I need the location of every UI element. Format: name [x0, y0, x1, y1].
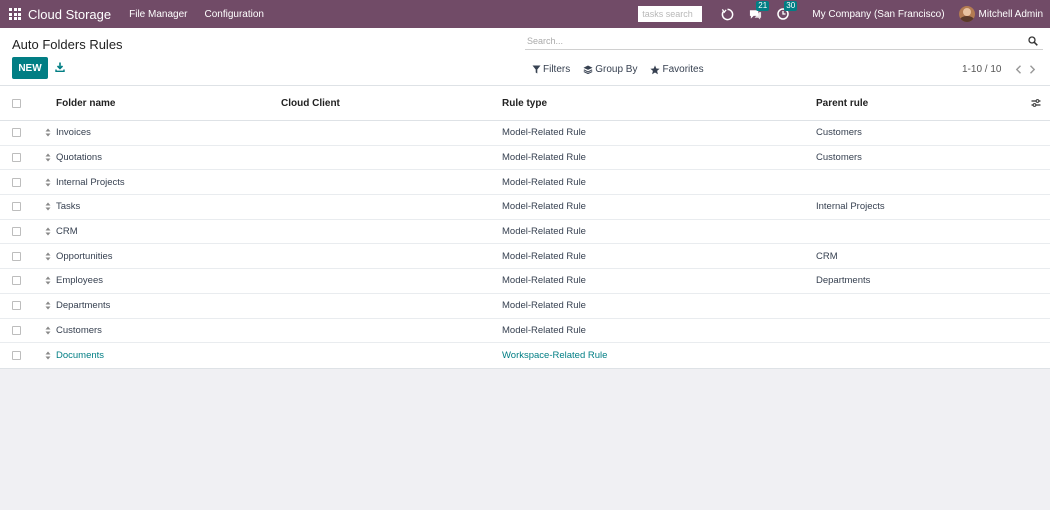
- pager: 1-10 / 10: [962, 63, 1039, 75]
- cell-folder-name: Invoices: [56, 127, 91, 139]
- table-row[interactable]: Invoices Model-Related Rule Customers: [0, 121, 1050, 146]
- filter-icon: [532, 65, 541, 74]
- control-panel: Auto Folders Rules NEW Filters Group By …: [0, 28, 1050, 86]
- filters-label: Filters: [543, 64, 571, 75]
- table-header: Folder name Cloud Client Rule type Paren…: [0, 86, 1050, 121]
- star-icon: [650, 64, 661, 74]
- cell-rule-type: Model-Related Rule: [502, 152, 586, 164]
- group-by-toggle[interactable]: Group By: [583, 64, 637, 75]
- table-row[interactable]: Opportunities Model-Related Rule CRM: [0, 244, 1050, 270]
- search-options: Filters Group By Favorites: [532, 64, 717, 75]
- app-brand[interactable]: Cloud Storage: [28, 7, 111, 22]
- filters-toggle[interactable]: Filters: [532, 64, 570, 75]
- table-row[interactable]: Internal Projects Model-Related Rule: [0, 170, 1050, 196]
- search-icon[interactable]: [1027, 35, 1039, 47]
- cell-folder-name: Opportunities: [56, 250, 113, 262]
- cell-rule-type: Model-Related Rule: [502, 201, 586, 213]
- table-row[interactable]: Customers Model-Related Rule: [0, 319, 1050, 344]
- select-all-checkbox[interactable]: [12, 98, 21, 108]
- download-icon[interactable]: [55, 61, 65, 73]
- row-checkbox[interactable]: [12, 251, 21, 261]
- cell-folder-name: Quotations: [56, 152, 102, 164]
- table-row[interactable]: Tasks Model-Related Rule Internal Projec…: [0, 195, 1050, 220]
- table-row[interactable]: Documents Workspace-Related Rule: [0, 343, 1050, 368]
- drag-handle-icon[interactable]: [45, 178, 51, 187]
- table-row[interactable]: Departments Model-Related Rule: [0, 294, 1050, 319]
- cell-rule-type: Model-Related Rule: [502, 250, 586, 262]
- top-navbar: Cloud Storage File Manager Configuration…: [0, 0, 1050, 28]
- search-input[interactable]: [525, 35, 1027, 46]
- messages-icon[interactable]: 21: [748, 1, 770, 21]
- drag-handle-icon[interactable]: [45, 153, 51, 162]
- cell-rule-type: Model-Related Rule: [502, 176, 586, 188]
- menu-configuration[interactable]: Configuration: [204, 9, 263, 20]
- user-menu[interactable]: Mitchell Admin: [979, 9, 1043, 20]
- cell-rule-type: Model-Related Rule: [502, 226, 586, 238]
- drag-handle-icon[interactable]: [45, 252, 51, 261]
- row-checkbox[interactable]: [12, 325, 21, 335]
- row-checkbox[interactable]: [12, 128, 21, 138]
- row-checkbox[interactable]: [12, 301, 21, 311]
- cell-folder-name: Departments: [56, 300, 111, 312]
- pager-value[interactable]: 1-10 / 10: [962, 64, 1001, 75]
- search-bar: [525, 32, 1043, 50]
- drag-handle-icon[interactable]: [45, 227, 51, 236]
- cell-parent-rule: CRM: [816, 250, 838, 262]
- table-row[interactable]: CRM Model-Related Rule: [0, 220, 1050, 245]
- column-settings-icon[interactable]: [1031, 98, 1041, 108]
- drag-handle-icon[interactable]: [45, 128, 51, 137]
- row-checkbox[interactable]: [12, 276, 21, 286]
- drag-handle-icon[interactable]: [45, 301, 51, 310]
- cell-folder-name: Customers: [56, 324, 102, 336]
- cell-rule-type: Model-Related Rule: [502, 300, 586, 312]
- cell-parent-rule: Departments: [816, 275, 871, 287]
- drag-handle-icon[interactable]: [45, 326, 51, 335]
- activity-icon[interactable]: 30: [776, 1, 798, 21]
- row-checkbox[interactable]: [12, 153, 21, 163]
- column-header-cloud-client[interactable]: Cloud Client: [281, 98, 340, 109]
- chat-icon[interactable]: [720, 7, 734, 21]
- column-header-folder-name[interactable]: Folder name: [56, 98, 115, 109]
- cell-rule-type: Model-Related Rule: [502, 127, 586, 139]
- layers-icon: [583, 65, 593, 74]
- messages-count-badge: 21: [756, 1, 770, 11]
- tasks-search-input[interactable]: [638, 6, 703, 22]
- favorites-label: Favorites: [662, 64, 704, 75]
- list-view: Folder name Cloud Client Rule type Paren…: [0, 86, 1050, 369]
- row-checkbox[interactable]: [12, 351, 21, 361]
- chevron-left-icon[interactable]: [1011, 63, 1025, 75]
- table-row[interactable]: Employees Model-Related Rule Departments: [0, 269, 1050, 294]
- drag-handle-icon[interactable]: [45, 276, 51, 285]
- column-header-parent-rule[interactable]: Parent rule: [816, 98, 868, 109]
- column-header-rule-type[interactable]: Rule type: [502, 98, 547, 109]
- cell-folder-name: CRM: [56, 226, 78, 238]
- new-button[interactable]: NEW: [12, 57, 48, 79]
- row-checkbox[interactable]: [12, 202, 21, 212]
- cell-parent-rule: Customers: [816, 152, 862, 164]
- cell-rule-type: Model-Related Rule: [502, 324, 586, 336]
- cell-rule-type: Model-Related Rule: [502, 275, 586, 287]
- cell-folder-name: Employees: [56, 275, 103, 287]
- cell-folder-name: Tasks: [56, 201, 81, 213]
- activities-count-badge: 30: [784, 1, 798, 11]
- row-checkbox[interactable]: [12, 177, 21, 187]
- row-checkbox[interactable]: [12, 227, 21, 237]
- drag-handle-icon[interactable]: [45, 351, 51, 360]
- user-avatar[interactable]: [958, 6, 975, 22]
- table-row[interactable]: Quotations Model-Related Rule Customers: [0, 146, 1050, 171]
- chevron-right-icon[interactable]: [1025, 63, 1039, 75]
- cell-folder-name: Internal Projects: [56, 176, 125, 188]
- cell-parent-rule: Customers: [816, 127, 862, 139]
- cell-parent-rule: Internal Projects: [816, 201, 885, 213]
- menu-file-manager[interactable]: File Manager: [129, 9, 187, 20]
- drag-handle-icon[interactable]: [45, 202, 51, 211]
- company-switcher[interactable]: My Company (San Francisco): [812, 9, 944, 20]
- group-by-label: Group By: [595, 64, 638, 75]
- favorites-toggle[interactable]: Favorites: [650, 64, 704, 75]
- page-title: Auto Folders Rules: [12, 37, 123, 52]
- cell-folder-name[interactable]: Documents: [56, 350, 104, 361]
- cell-rule-type[interactable]: Workspace-Related Rule: [502, 350, 607, 361]
- apps-grid-icon[interactable]: [9, 8, 21, 20]
